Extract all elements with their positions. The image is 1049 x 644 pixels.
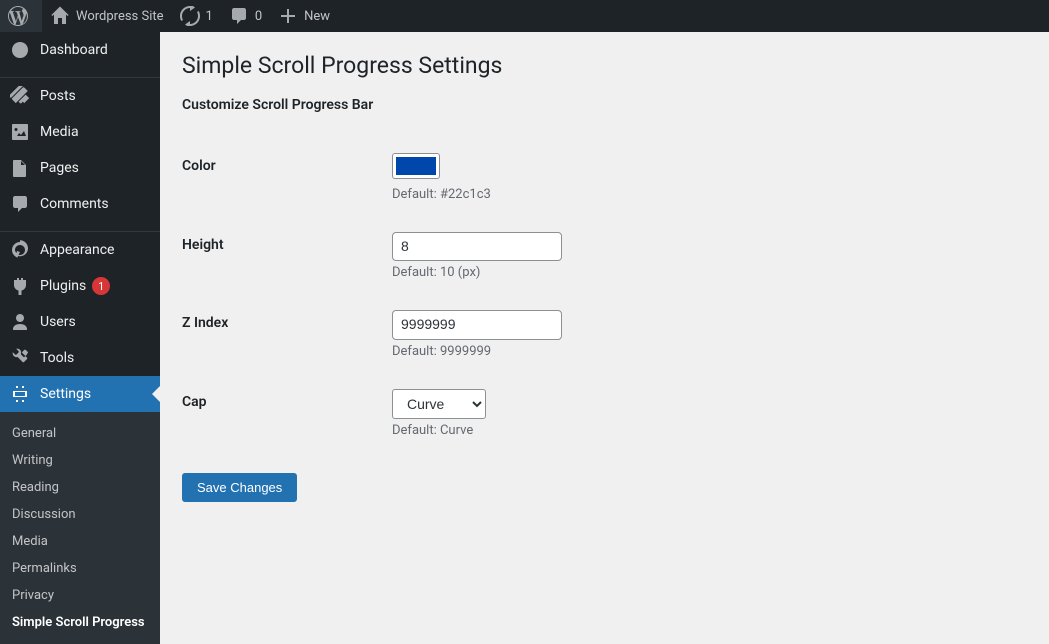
sidebar-item-label: Posts — [40, 88, 76, 104]
media-icon — [10, 122, 30, 142]
new-content-link[interactable]: New — [270, 0, 338, 32]
new-label: New — [304, 9, 330, 24]
height-input[interactable] — [392, 232, 562, 262]
sidebar-item-tools[interactable]: Tools — [0, 340, 160, 376]
updates-count: 1 — [206, 9, 213, 24]
page-subtitle: Customize Scroll Progress Bar — [182, 97, 1029, 113]
comments-count: 0 — [255, 9, 262, 24]
plugins-update-badge: 1 — [92, 277, 110, 295]
submenu-item-media[interactable]: Media — [0, 528, 160, 555]
cap-select[interactable]: Curve — [392, 389, 486, 419]
comments-icon — [10, 194, 30, 214]
submenu-item-permalinks[interactable]: Permalinks — [0, 555, 160, 582]
cap-help: Default: Curve — [392, 423, 1019, 438]
updates-link[interactable]: 1 — [172, 0, 221, 32]
zindex-input[interactable] — [392, 310, 562, 340]
field-label-height: Height — [182, 217, 382, 296]
sidebar-item-label: Tools — [40, 350, 74, 366]
sidebar-item-dashboard[interactable]: Dashboard — [0, 32, 160, 68]
sidebar-item-label: Users — [40, 314, 76, 330]
sidebar-item-users[interactable]: Users — [0, 304, 160, 340]
submenu-item-general[interactable]: General — [0, 420, 160, 447]
height-help: Default: 10 (px) — [392, 265, 1019, 280]
sidebar-item-appearance[interactable]: Appearance — [0, 232, 160, 268]
plus-icon — [278, 6, 298, 26]
field-label-color: Color — [182, 138, 382, 217]
comments-link[interactable]: 0 — [221, 0, 270, 32]
appearance-icon — [10, 240, 30, 260]
sidebar-item-media[interactable]: Media — [0, 114, 160, 150]
site-name: Wordpress Site — [76, 9, 164, 24]
site-name-link[interactable]: Wordpress Site — [42, 0, 172, 32]
update-icon — [180, 6, 200, 26]
field-label-cap: Cap — [182, 374, 382, 453]
sidebar-item-label: Plugins — [40, 278, 86, 294]
sidebar-item-pages[interactable]: Pages — [0, 150, 160, 186]
pages-icon — [10, 158, 30, 178]
color-input[interactable] — [392, 153, 440, 179]
wordpress-icon — [8, 6, 28, 26]
submenu-item-discussion[interactable]: Discussion — [0, 501, 160, 528]
sidebar-item-plugins[interactable]: Plugins 1 — [0, 268, 160, 304]
sidebar-item-settings[interactable]: Settings — [0, 376, 160, 412]
sidebar-item-label: Pages — [40, 160, 79, 176]
submenu-item-reading[interactable]: Reading — [0, 474, 160, 501]
dashboard-icon — [10, 40, 30, 60]
submenu-item-simple-scroll-progress[interactable]: Simple Scroll Progress — [0, 609, 160, 636]
sidebar-item-label: Media — [40, 124, 79, 140]
submenu-item-writing[interactable]: Writing — [0, 447, 160, 474]
sidebar-item-label: Settings — [40, 386, 91, 402]
plugins-icon — [10, 276, 30, 296]
sidebar-item-posts[interactable]: Posts — [0, 78, 160, 114]
comment-icon — [229, 6, 249, 26]
sidebar-item-label: Dashboard — [40, 42, 108, 58]
tools-icon — [10, 348, 30, 368]
save-button[interactable]: Save Changes — [182, 473, 297, 502]
posts-icon — [10, 86, 30, 106]
sidebar-item-comments[interactable]: Comments — [0, 186, 160, 222]
wp-logo[interactable] — [0, 0, 42, 32]
home-icon — [50, 6, 70, 26]
page-title: Simple Scroll Progress Settings — [182, 42, 1029, 85]
sidebar-item-label: Appearance — [40, 242, 114, 258]
color-swatch — [396, 157, 436, 175]
field-label-zindex: Z Index — [182, 295, 382, 374]
zindex-help: Default: 9999999 — [392, 344, 1019, 359]
color-help: Default: #22c1c3 — [392, 187, 1019, 202]
settings-submenu: General Writing Reading Discussion Media… — [0, 412, 160, 644]
sidebar-item-label: Comments — [40, 196, 109, 212]
settings-icon — [10, 384, 30, 404]
users-icon — [10, 312, 30, 332]
submenu-item-privacy[interactable]: Privacy — [0, 582, 160, 609]
